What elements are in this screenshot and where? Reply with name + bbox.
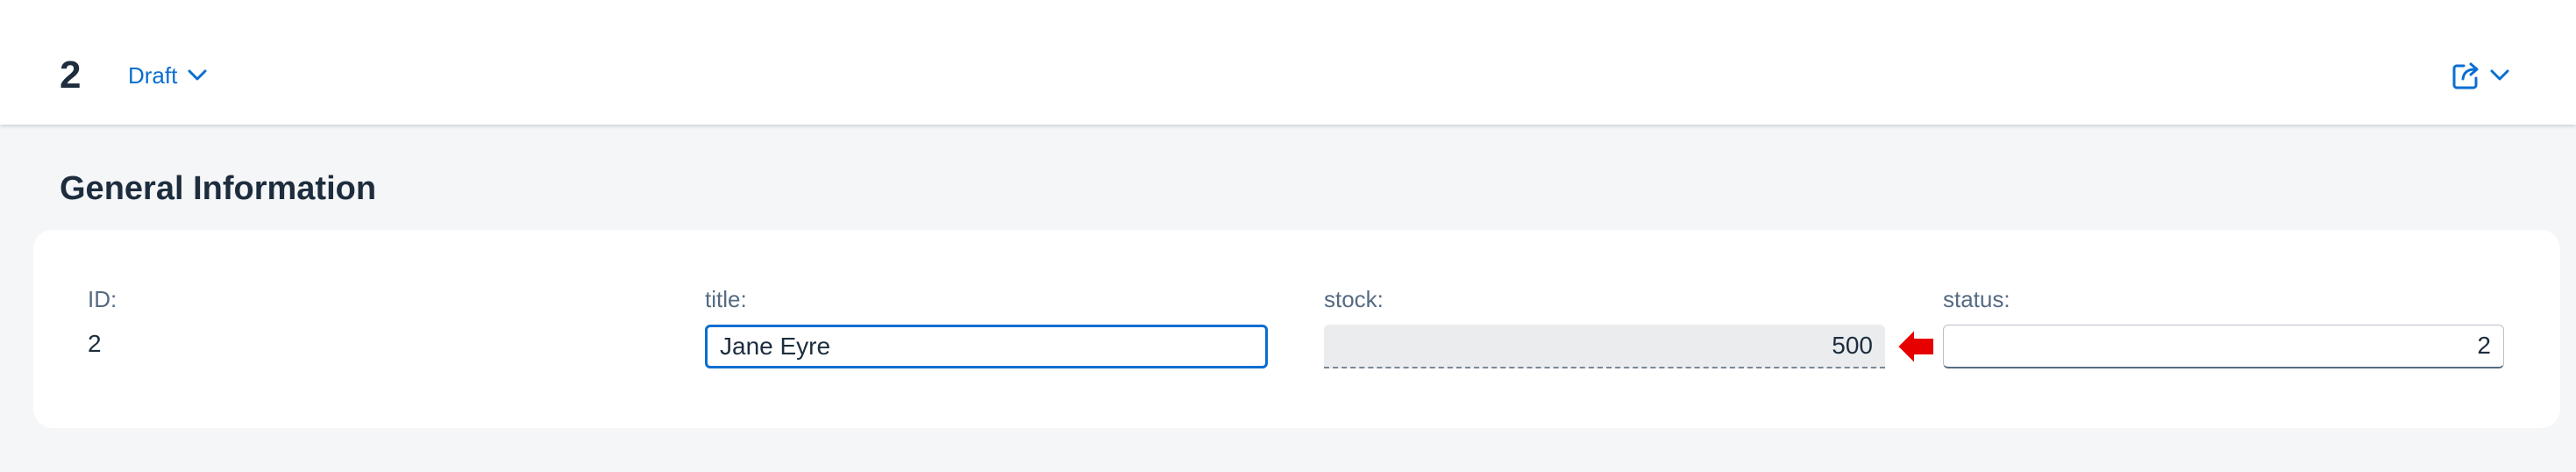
share-icon [2452, 62, 2479, 89]
red-arrow-icon [1896, 328, 1935, 365]
status-input[interactable]: 2 [1943, 325, 2504, 368]
draft-label: Draft [128, 61, 178, 89]
title-input[interactable]: Jane Eyre [705, 325, 1268, 368]
chevron-down-icon [2490, 69, 2509, 81]
id-value: 2 [88, 330, 102, 357]
section-title: General Information [60, 170, 377, 207]
chevron-down-icon [188, 69, 207, 81]
share-menu-button[interactable] [2451, 56, 2509, 95]
id-label: ID: [88, 286, 117, 312]
draft-status-button[interactable]: Draft [128, 56, 207, 95]
title-label: title: [705, 286, 747, 312]
status-label: status: [1943, 286, 2010, 312]
object-title: 2 [60, 54, 82, 97]
stock-label: stock: [1324, 286, 1384, 312]
stock-input: 500 [1324, 325, 1885, 368]
object-page-header: 2 Draft [0, 0, 2576, 125]
